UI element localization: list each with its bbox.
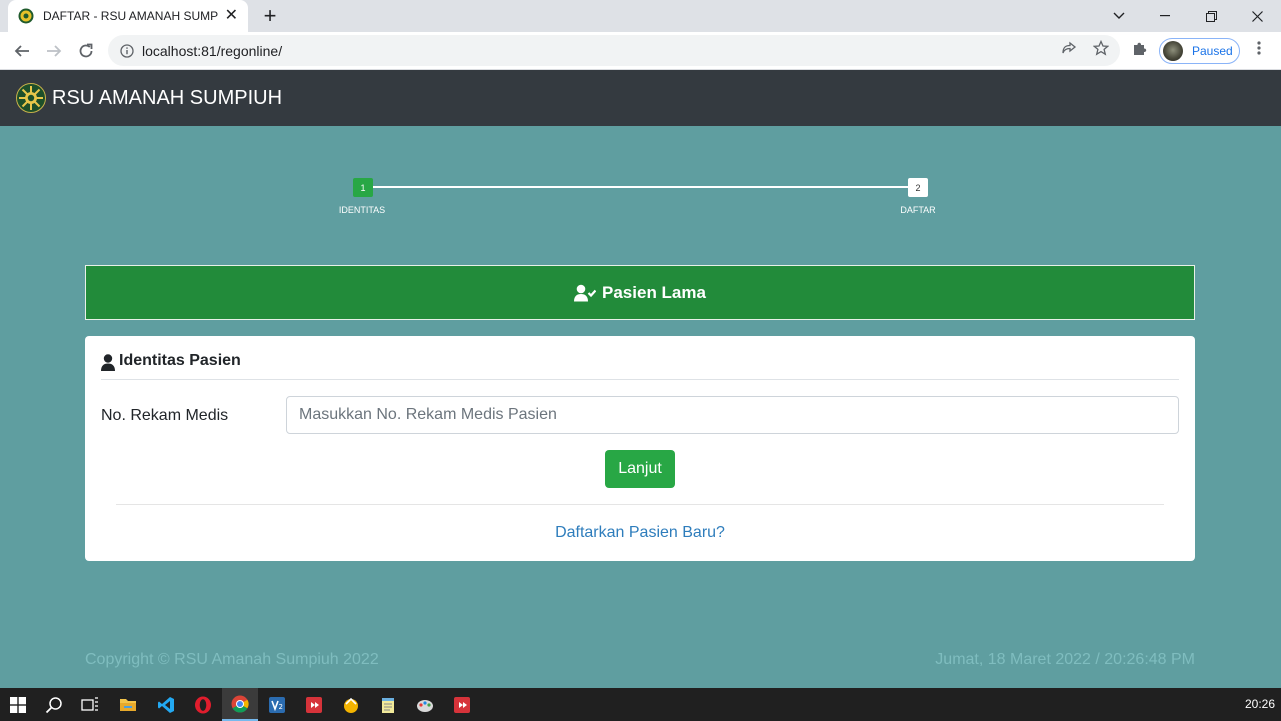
chrome-icon[interactable] [222, 688, 258, 721]
card-title: Identitas Pasien [119, 352, 241, 369]
browser-tabstrip: DAFTAR - RSU AMANAH SUMPIUH ✕ + [0, 0, 1281, 32]
continue-button[interactable]: Lanjut [605, 450, 675, 488]
app-red2-icon[interactable] [444, 688, 480, 721]
app-v-icon[interactable]: 2 [259, 688, 295, 721]
notepad-icon[interactable] [370, 688, 406, 721]
opera-icon[interactable] [185, 688, 221, 721]
step-2-indicator: 2 [908, 178, 928, 197]
close-window-icon[interactable] [1234, 0, 1280, 32]
bookmark-star-icon[interactable] [1092, 39, 1110, 57]
patient-type-banner: Pasien Lama [85, 265, 1195, 320]
address-bar[interactable]: localhost:81/regonline/ [108, 35, 1120, 66]
banner-title: Pasien Lama [602, 282, 706, 302]
url-text[interactable]: localhost:81/regonline/ [142, 43, 282, 59]
identity-card: Identitas Pasien No. Rekam Medis Lanjut … [85, 336, 1195, 561]
tab-title: DAFTAR - RSU AMANAH SUMPIUH [43, 9, 219, 23]
reload-icon[interactable] [72, 37, 100, 65]
menu-kebab-icon[interactable] [1250, 39, 1268, 57]
stepper-line [372, 186, 909, 188]
minimize-icon[interactable] [1142, 0, 1188, 32]
extensions-icon[interactable] [1131, 39, 1149, 57]
new-tab-icon[interactable]: + [258, 4, 282, 28]
user-icon [101, 354, 115, 371]
hospital-favicon-icon [18, 8, 34, 24]
profile-paused-button[interactable]: Paused [1159, 38, 1240, 64]
forward-icon[interactable] [40, 37, 68, 65]
step-1-label: IDENTITAS [338, 205, 386, 215]
vscode-icon[interactable] [148, 688, 184, 721]
share-icon[interactable] [1060, 39, 1078, 57]
search-icon[interactable] [36, 688, 72, 721]
step-1-indicator: 1 [353, 178, 373, 197]
footer-datetime: Jumat, 18 Maret 2022 / 20:26:48 PM [935, 651, 1195, 668]
start-icon[interactable] [0, 688, 36, 721]
windows-taskbar: 2 20:26 [0, 688, 1281, 721]
taskbar-clock[interactable]: 20:26 [1245, 697, 1275, 711]
card-divider [116, 504, 1164, 505]
medical-record-input[interactable] [286, 396, 1179, 434]
card-header: Identitas Pasien [101, 352, 1179, 380]
register-new-patient-link[interactable]: Daftarkan Pasien Baru? [85, 524, 1195, 542]
site-info-icon[interactable] [120, 43, 134, 58]
hospital-logo-icon[interactable] [16, 83, 46, 113]
restore-icon[interactable] [1188, 0, 1234, 32]
svg-text:2: 2 [279, 703, 283, 711]
app-paint-icon[interactable] [407, 688, 443, 721]
app-yellow-icon[interactable] [333, 688, 369, 721]
profile-status: Paused [1192, 44, 1233, 58]
footer-copyright: Copyright © RSU Amanah Sumpiuh 2022 [85, 651, 379, 668]
back-icon[interactable] [8, 37, 36, 65]
file-explorer-icon[interactable] [110, 688, 146, 721]
app-red-icon[interactable] [296, 688, 332, 721]
tab-search-icon[interactable] [1096, 0, 1142, 32]
browser-toolbar: localhost:81/regonline/ [0, 32, 1281, 70]
site-navbar: RSU AMANAH SUMPIUH [0, 70, 1281, 126]
task-view-icon[interactable] [72, 688, 108, 721]
user-check-icon [574, 284, 597, 301]
avatar [1163, 41, 1183, 61]
tab-close-icon[interactable]: ✕ [225, 8, 238, 24]
site-brand[interactable]: RSU AMANAH SUMPIUH [52, 87, 282, 110]
medical-record-label: No. Rekam Medis [101, 407, 229, 424]
step-2-label: DAFTAR [900, 205, 936, 215]
browser-tab[interactable]: DAFTAR - RSU AMANAH SUMPIUH ✕ [8, 0, 248, 32]
